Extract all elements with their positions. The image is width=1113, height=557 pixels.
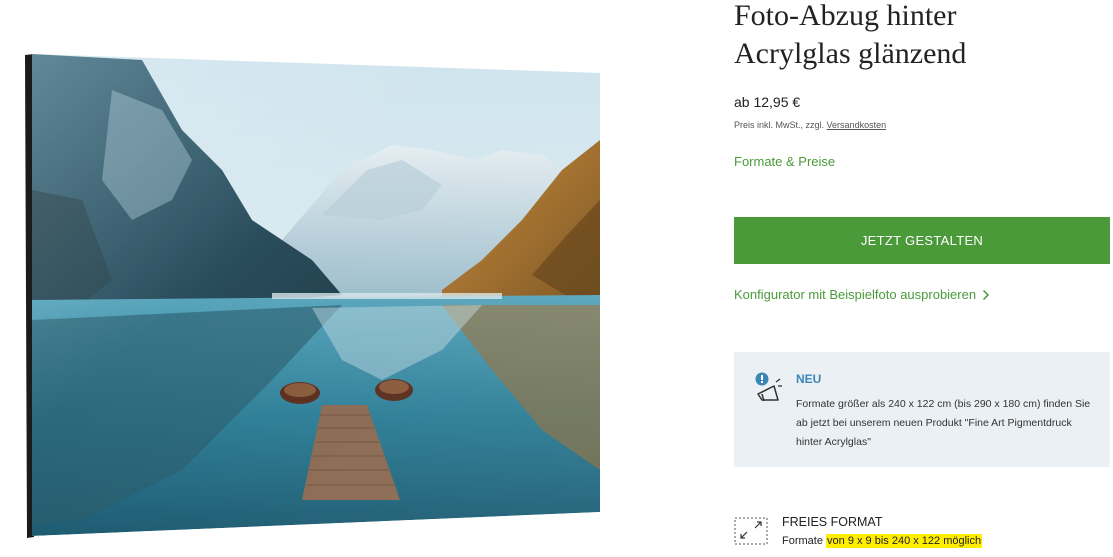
formats-prices-link[interactable]: Formate & Preise — [734, 154, 835, 169]
start-design-button[interactable]: JETZT GESTALTEN — [734, 217, 1110, 264]
new-notice-box: NEU Formate größer als 240 x 122 cm (bis… — [734, 352, 1110, 467]
free-format-range-highlight: von 9 x 9 bis 240 x 122 möglich — [826, 534, 983, 548]
free-format-feature: FREIES FORMAT Formate von 9 x 9 bis 240 … — [734, 512, 1112, 557]
free-format-text: Formate von 9 x 9 bis 240 x 122 möglich — [782, 534, 983, 548]
configurator-sample-link[interactable]: Konfigurator mit Beispielfoto ausprobier… — [734, 287, 990, 302]
megaphone-icon — [755, 372, 782, 402]
tax-note: Preis inkl. MwSt., zzgl. Versandkosten — [734, 120, 886, 130]
title-line-2: Acrylglas glänzend — [734, 37, 967, 70]
shipping-costs-link[interactable]: Versandkosten — [827, 120, 887, 130]
configurator-link-label: Konfigurator mit Beispielfoto ausprobier… — [734, 287, 977, 302]
resize-arrows-icon — [734, 517, 768, 545]
title-line-1: Foto-Abzug hinter — [734, 0, 957, 32]
chevron-right-icon — [983, 289, 990, 300]
price: ab 12,95 € — [734, 94, 801, 110]
notice-title: NEU — [796, 372, 822, 386]
product-page: Foto-Abzug hinter Acrylglas glänzend ab 1… — [0, 0, 1113, 557]
free-format-text-prefix: Formate — [782, 535, 823, 547]
notice-text: Formate größer als 240 x 122 cm (bis 290… — [796, 398, 1091, 448]
product-image[interactable] — [22, 50, 602, 540]
tax-note-text: Preis inkl. MwSt., zzgl. — [734, 120, 825, 130]
acrylic-panel-photo — [25, 54, 600, 538]
product-title: Foto-Abzug hinter Acrylglas glänzend — [734, 0, 1112, 73]
free-format-title: FREIES FORMAT — [782, 515, 883, 529]
